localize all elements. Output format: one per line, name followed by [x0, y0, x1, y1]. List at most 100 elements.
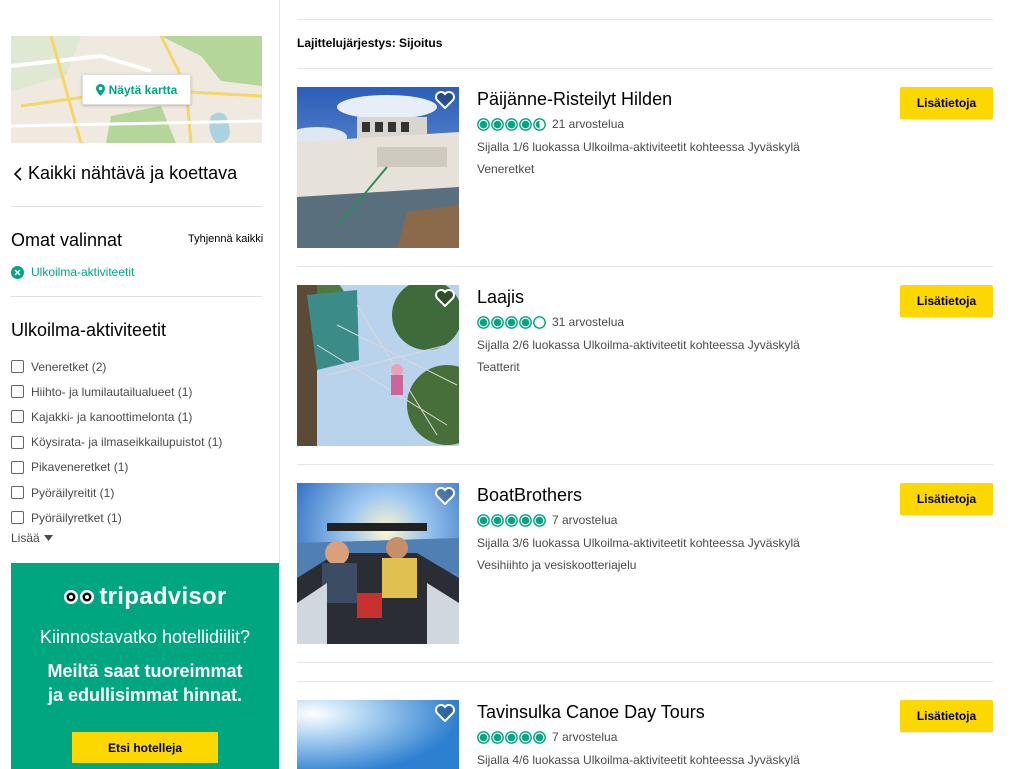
- filter-option[interactable]: Köysirata- ja ilmaseikkailupuistot (1): [11, 430, 222, 455]
- save-heart-icon[interactable]: [435, 91, 455, 109]
- checkbox[interactable]: [11, 511, 24, 525]
- more-info-button[interactable]: Lisätietoja: [900, 700, 993, 732]
- filter-label: Pyöräilyretket (1): [31, 510, 122, 525]
- checkbox[interactable]: [11, 486, 24, 500]
- review-count[interactable]: 31 arvostelua: [552, 315, 624, 329]
- listing-photo[interactable]: [297, 483, 459, 644]
- back-link-label: Kaikki nähtävä ja koettava: [28, 163, 238, 183]
- mini-map[interactable]: Näytä kartta: [11, 36, 262, 143]
- remove-filter-icon[interactable]: [11, 265, 24, 279]
- all-things-to-do-link[interactable]: Kaikki nähtävä ja koettava: [13, 163, 237, 184]
- filter-label: Veneretket (2): [31, 359, 107, 374]
- rating-bubble-icon: [477, 730, 490, 744]
- review-count[interactable]: 21 arvostelua: [552, 117, 624, 131]
- listing-title[interactable]: Tavinsulka Canoe Day Tours: [477, 702, 705, 723]
- filter-option[interactable]: Veneretket (2): [11, 354, 222, 379]
- sidebar-divider: [11, 206, 262, 207]
- listing-title[interactable]: Laajis: [477, 287, 524, 308]
- listing-item: Laajis 31 arvostelua Sijalla 2/6 luokass…: [297, 285, 993, 447]
- chevron-left-icon: [13, 166, 22, 181]
- logo-text: tripadvisor: [99, 583, 227, 610]
- rating-bubble-icon: [533, 730, 546, 744]
- motorboat-photo: [297, 483, 459, 644]
- listing-item: BoatBrothers 7 arvostelua Sijalla 3/6 lu…: [297, 483, 993, 645]
- checkbox[interactable]: [11, 410, 24, 424]
- rating-bubble-icon: [533, 315, 546, 329]
- rating-bubble-icon: [505, 315, 518, 329]
- column-divider: [279, 0, 280, 769]
- rating-bubble-icon: [519, 117, 532, 131]
- filter-list: Veneretket (2) Hiihto- ja lumilautailual…: [11, 354, 222, 530]
- checkbox[interactable]: [11, 360, 24, 374]
- map-pin-icon: [95, 83, 105, 96]
- rating-bubble-icon: [491, 730, 504, 744]
- listing-rank: Sijalla 2/6 luokassa Ulkoilma-aktiviteet…: [477, 338, 800, 352]
- show-more-filters[interactable]: Lisää: [11, 531, 53, 545]
- filter-option[interactable]: Pikaveneretket (1): [11, 455, 222, 480]
- rating-bubble-icon: [505, 117, 518, 131]
- rating-bubble-icon: [477, 315, 490, 329]
- rating-bubble-icon: [491, 315, 504, 329]
- sort-order-label[interactable]: Lajittelujärjestys: Sijoitus: [297, 36, 442, 50]
- caret-down-icon: [43, 535, 53, 541]
- filter-option[interactable]: Hiihto- ja lumilautailualueet (1): [11, 379, 222, 404]
- hotel-deals-ad[interactable]: tripadvisor Kiinnostavatko hotellidiilit…: [11, 563, 279, 769]
- tripadvisor-logo: tripadvisor: [11, 583, 279, 611]
- checkbox[interactable]: [11, 435, 24, 449]
- more-info-button[interactable]: Lisätietoja: [900, 87, 993, 119]
- listing-rating[interactable]: 21 arvostelua: [477, 117, 624, 131]
- more-info-button[interactable]: Lisätietoja: [900, 483, 993, 515]
- rating-bubble-icon: [533, 513, 546, 527]
- active-filter-chip[interactable]: Ulkoilma-aktiviteetit: [11, 265, 134, 279]
- listing-photo[interactable]: [297, 285, 459, 446]
- save-heart-icon[interactable]: [435, 289, 455, 307]
- more-info-button[interactable]: Lisätietoja: [900, 285, 993, 317]
- rating-bubble-icon: [491, 117, 504, 131]
- listing-rating[interactable]: 31 arvostelua: [477, 315, 624, 329]
- rating-bubble-icon: [519, 730, 532, 744]
- listing-rank: Sijalla 3/6 luokassa Ulkoilma-aktiviteet…: [477, 536, 800, 550]
- filter-option[interactable]: Pyöräilyreitit (1): [11, 480, 222, 505]
- save-heart-icon[interactable]: [435, 704, 455, 722]
- rating-bubble-icon: [491, 513, 504, 527]
- review-count[interactable]: 7 arvostelua: [552, 513, 617, 527]
- ad-message: Meiltä saat tuoreimmat ja edullisimmat h…: [21, 659, 269, 707]
- category-heading: Ulkoilma-aktiviteetit: [11, 320, 167, 340]
- filter-option[interactable]: Kajakki- ja kanoottimelonta (1): [11, 404, 222, 429]
- review-count[interactable]: 7 arvostelua: [552, 730, 617, 744]
- filter-label: Köysirata- ja ilmaseikkailupuistot (1): [31, 435, 223, 450]
- ad-line-2: ja edullisimmat hinnat.: [47, 685, 243, 705]
- show-map-button[interactable]: Näytä kartta: [82, 74, 191, 105]
- ropes-course-photo: [297, 285, 459, 446]
- filter-label: Pyöräilyreitit (1): [31, 485, 115, 500]
- listing-category: Teatterit: [477, 360, 520, 374]
- listing-title[interactable]: Päijänne-Risteilyt Hilden: [477, 89, 672, 110]
- list-divider: [297, 681, 993, 682]
- rating-bubble-icon: [519, 513, 532, 527]
- checkbox[interactable]: [11, 460, 24, 474]
- listing-rating[interactable]: 7 arvostelua: [477, 730, 617, 744]
- listing-rank: Sijalla 1/6 luokassa Ulkoilma-aktiviteet…: [477, 140, 800, 154]
- listing-item: Tavinsulka Canoe Day Tours 7 arvostelua …: [297, 700, 993, 769]
- rating-bubbles: [477, 513, 546, 527]
- list-divider: [297, 68, 993, 69]
- save-heart-icon[interactable]: [435, 487, 455, 505]
- listing-title[interactable]: BoatBrothers: [477, 485, 582, 506]
- listing-rating[interactable]: 7 arvostelua: [477, 513, 617, 527]
- show-map-label: Näytä kartta: [108, 82, 178, 97]
- checkbox[interactable]: [11, 385, 24, 399]
- listing-rank: Sijalla 4/6 luokassa Ulkoilma-aktiviteet…: [477, 753, 800, 767]
- owl-eyes-icon: [64, 590, 95, 604]
- listing-photo[interactable]: [297, 87, 459, 248]
- rating-bubble-icon: [477, 513, 490, 527]
- list-divider: [297, 266, 993, 267]
- find-hotels-button[interactable]: Etsi hotelleja: [72, 732, 218, 763]
- rating-bubble-icon: [505, 513, 518, 527]
- listing-photo[interactable]: [297, 700, 459, 769]
- rating-bubble-icon: [533, 117, 546, 131]
- clear-all-link[interactable]: Tyhjennä kaikki: [188, 233, 263, 245]
- rating-bubble-icon: [505, 730, 518, 744]
- filter-label: Kajakki- ja kanoottimelonta (1): [31, 409, 193, 424]
- top-divider: [297, 19, 993, 20]
- filter-option[interactable]: Pyöräilyretket (1): [11, 505, 222, 530]
